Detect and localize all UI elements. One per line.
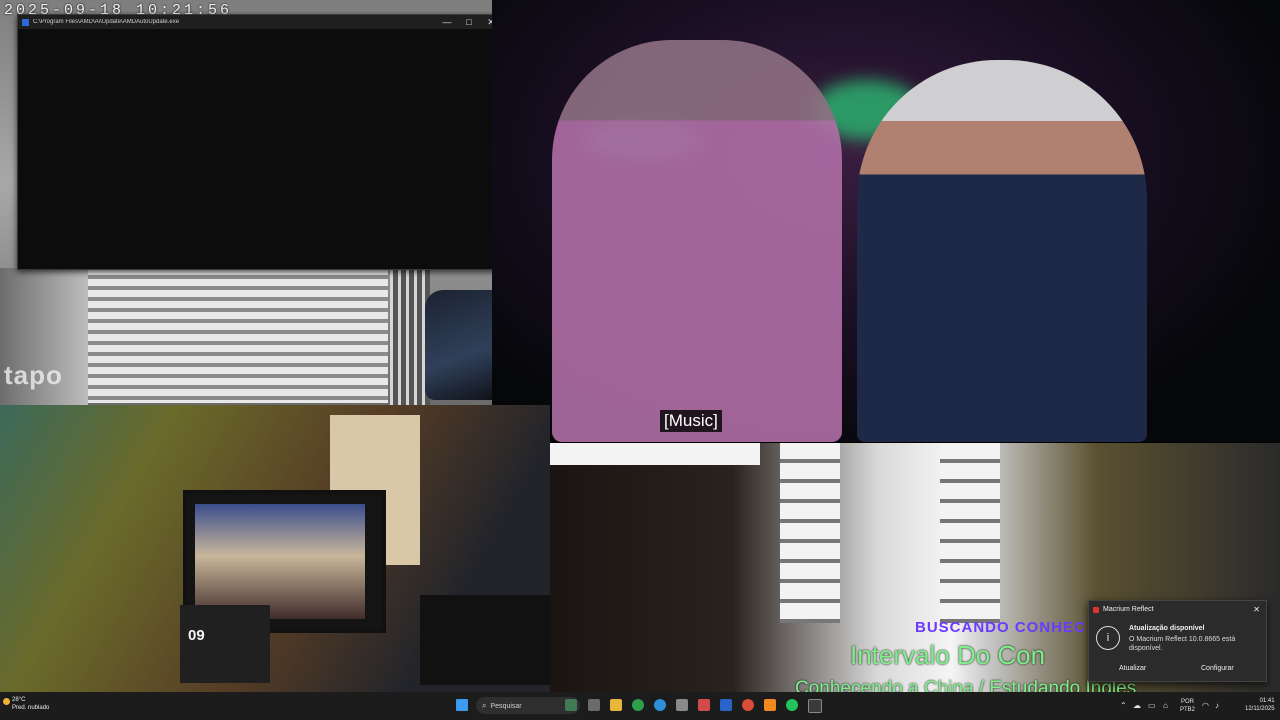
volume-icon[interactable]: ♪: [1215, 701, 1219, 710]
configure-button[interactable]: Configurar: [1201, 665, 1234, 672]
tray-cloud-icon[interactable]: ☁: [1133, 701, 1141, 710]
taskbar: 28°C Pred. nublado ⌕ Pesquisar ⌃ ☁ ▭ ⌂ PO…: [0, 692, 1280, 720]
tray-overflow-icon[interactable]: ⌃: [1120, 701, 1127, 710]
console-titlebar[interactable]: C:\Program Files\AMD\Ai\Update\AMDAutoUp…: [18, 15, 502, 29]
maximize-button[interactable]: □: [458, 17, 480, 27]
tapo-watermark: tapo: [4, 360, 63, 390]
search-placeholder: Pesquisar: [490, 703, 522, 710]
notification-message: O Macrium Reflect 10.0.8665 está disponí…: [1129, 636, 1236, 652]
weather-desc: Pred. nublado: [12, 705, 50, 711]
notification-app-name: Macrium Reflect: [1103, 606, 1154, 613]
obs-icon[interactable]: [698, 699, 710, 711]
stream-overlay-line2: Intervalo Do Con: [850, 640, 1046, 670]
minimize-button[interactable]: —: [436, 17, 458, 27]
start-icon[interactable]: [456, 699, 468, 711]
task-view-icon[interactable]: [588, 699, 600, 711]
update-button[interactable]: Atualizar: [1119, 665, 1146, 672]
studio-white-bar: [550, 443, 760, 465]
camera-gate: [390, 268, 430, 405]
update-notification[interactable]: Macrium Reflect ✕ i Atualização disponív…: [1088, 600, 1267, 682]
edge-icon[interactable]: [654, 699, 666, 711]
calendar-day: 09: [188, 627, 205, 644]
info-icon: i: [1096, 626, 1120, 650]
wifi-icon[interactable]: ◠: [1202, 701, 1209, 710]
store-icon[interactable]: [676, 699, 688, 711]
game-icon[interactable]: [565, 699, 577, 711]
studio-window-left: [780, 443, 840, 623]
language-indicator[interactable]: POR PTB2: [1180, 698, 1195, 714]
clock-date: 12/11/2025: [1245, 706, 1275, 712]
camera-blinds: [88, 268, 388, 403]
taskbar-clock[interactable]: 01:41 12/11/2025: [1245, 697, 1275, 713]
console-window[interactable]: C:\Program Files\AMD\Ai\Update\AMDAutoUp…: [17, 14, 503, 270]
studio-window-right: [940, 443, 1000, 623]
weather-widget[interactable]: 28°C Pred. nublado: [3, 696, 50, 712]
console-title: C:\Program Files\AMD\Ai\Update\AMDAutoUp…: [33, 19, 180, 25]
camera-car: [425, 290, 492, 400]
mail-icon[interactable]: [720, 699, 732, 711]
weather-icon: [3, 698, 10, 705]
video-subtitle: [Music]: [660, 410, 722, 432]
notification-header: Macrium Reflect: [1093, 606, 1154, 613]
notification-close-button[interactable]: ✕: [1253, 605, 1260, 614]
chrome-alt-icon[interactable]: [742, 699, 754, 711]
video-player[interactable]: [Music]: [492, 0, 1280, 442]
tray-usb-icon[interactable]: ▭: [1148, 701, 1156, 710]
video-person-left: [552, 40, 842, 442]
clock-time: 01:41: [1259, 698, 1275, 704]
weather-temp: 28°C: [12, 697, 26, 703]
tray-network-icon[interactable]: ⌂: [1163, 701, 1168, 710]
file-explorer-icon[interactable]: [610, 699, 622, 711]
capcut-icon[interactable]: [808, 699, 822, 713]
video-person-right: [857, 60, 1147, 442]
stream-overlay-line3: Conhecendo a China / Estudando Ingles: [795, 678, 1137, 692]
search-icon: ⌕: [482, 701, 487, 710]
spotify-icon[interactable]: [786, 699, 798, 711]
camera-feed-room: 09: [0, 405, 550, 692]
macrium-icon: [1093, 606, 1099, 613]
room-calendar: 09: [180, 605, 270, 683]
console-app-icon: [22, 18, 29, 26]
stream-overlay-line1: BUSCANDO CONHEC: [915, 619, 1086, 636]
chrome-icon[interactable]: [632, 699, 644, 711]
vlc-icon[interactable]: [764, 699, 776, 711]
notification-title: Atualização disponível: [1129, 625, 1205, 632]
room-audio-mixer: [420, 595, 550, 685]
